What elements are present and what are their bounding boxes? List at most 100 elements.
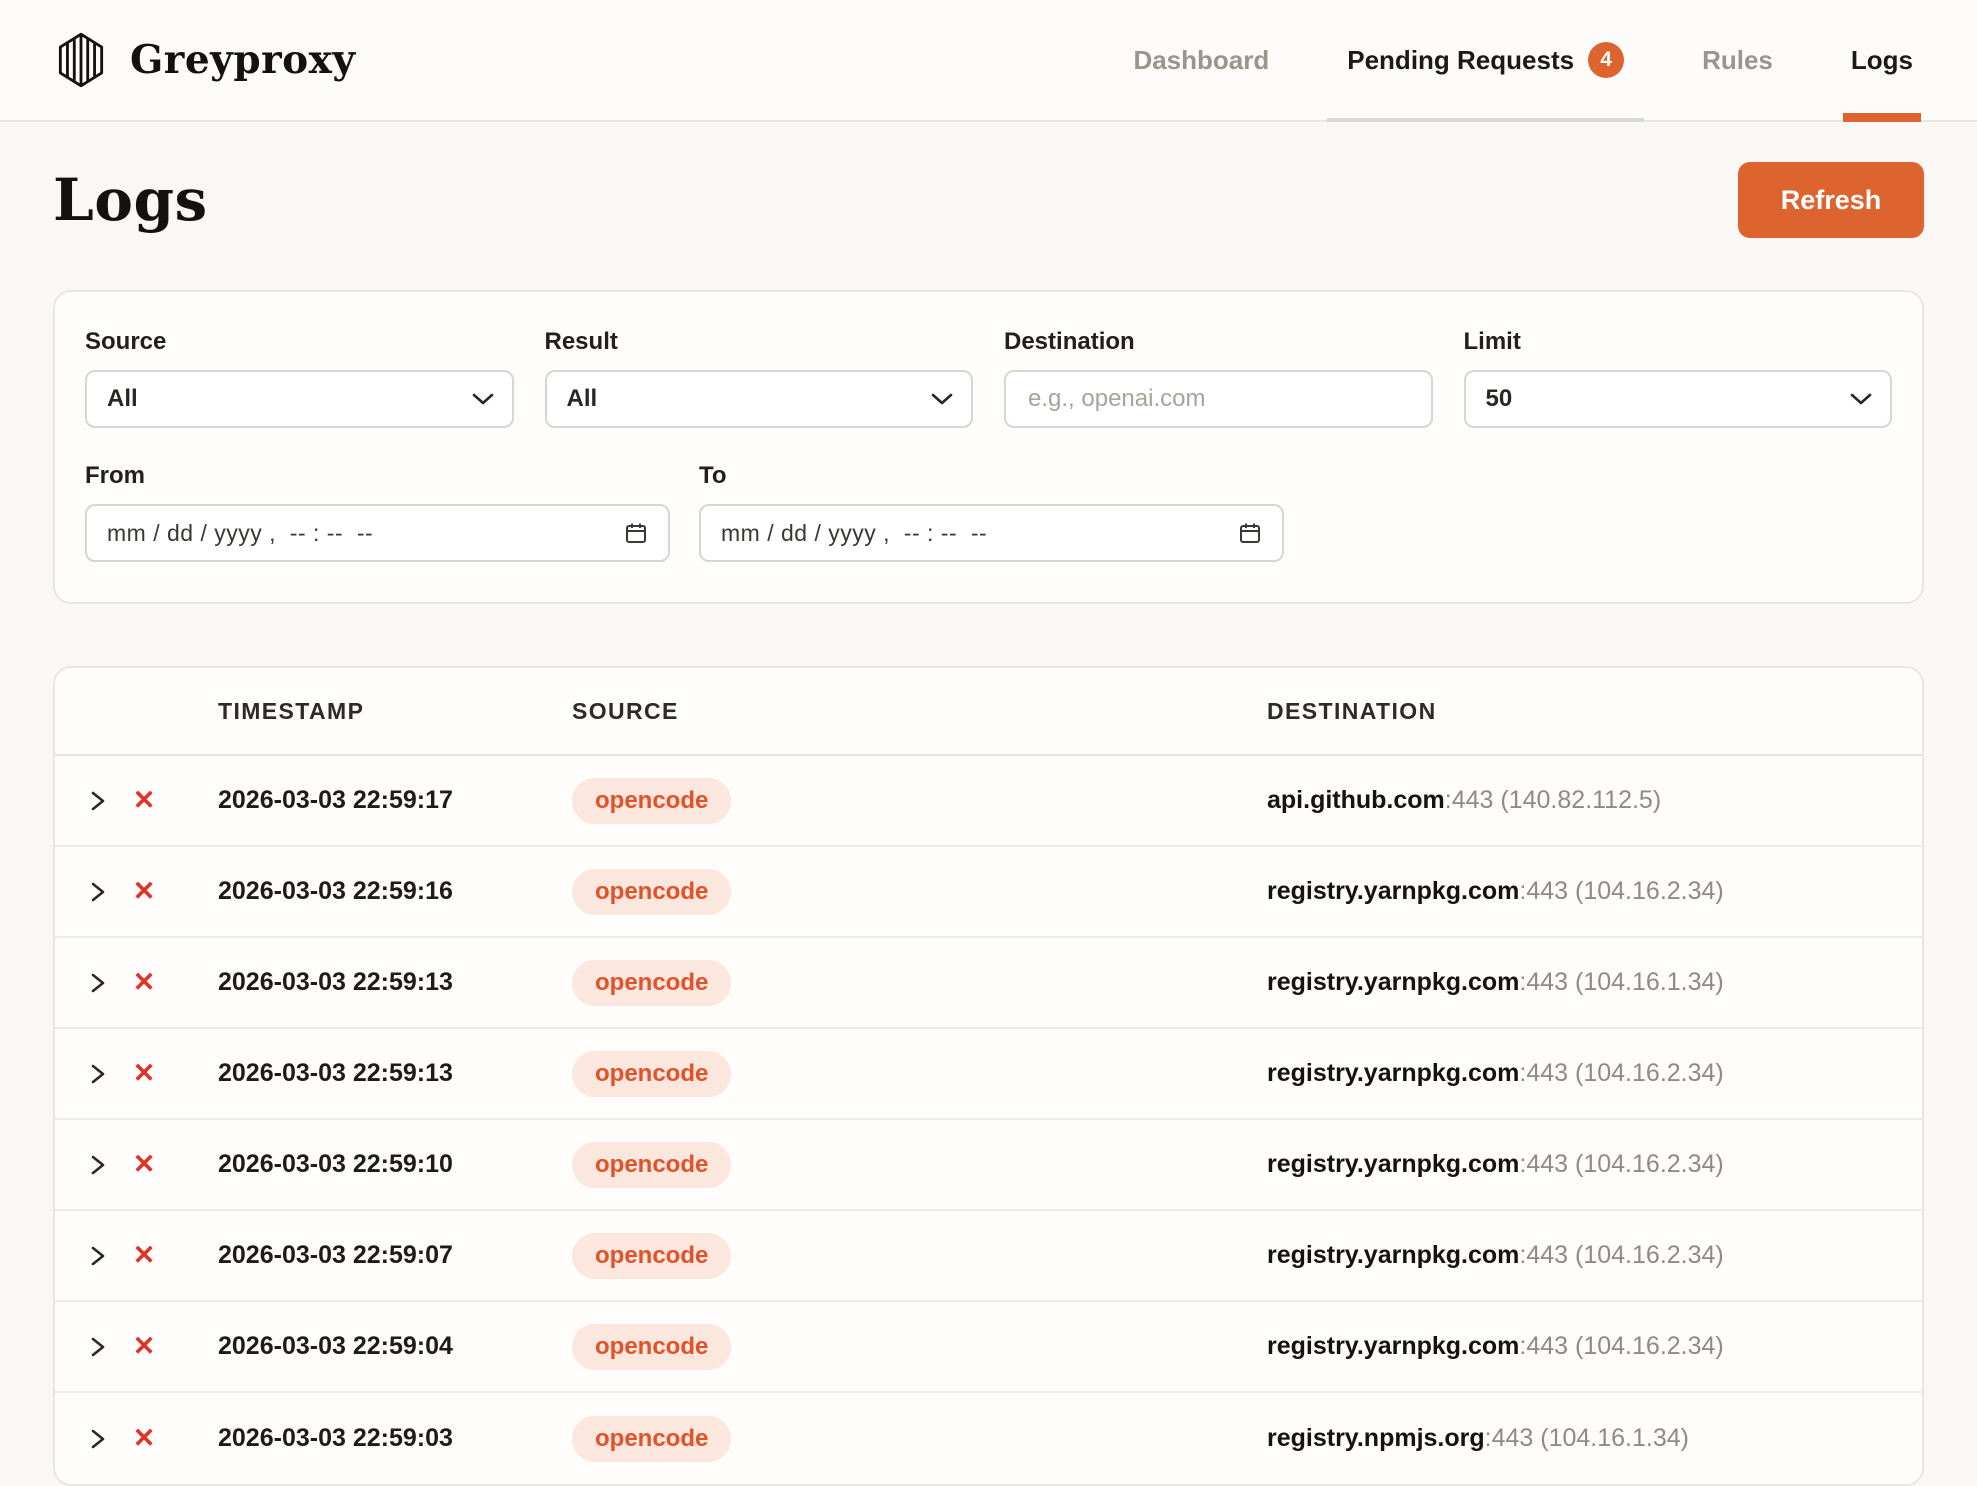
source-select[interactable]: All xyxy=(85,370,514,428)
to-date-value: mm / dd / yyyy , -- : -- -- xyxy=(721,520,987,547)
destination-port: :443 xyxy=(1519,877,1568,905)
calendar-icon[interactable] xyxy=(1238,521,1262,545)
calendar-icon[interactable] xyxy=(624,521,648,545)
row-timestamp: 2026-03-03 22:59:03 xyxy=(179,1424,572,1453)
row-source: opencode xyxy=(572,1142,1267,1188)
destination-ip: (104.16.2.34) xyxy=(1568,877,1724,905)
nav-label-dashboard: Dashboard xyxy=(1133,45,1269,76)
from-date-input[interactable]: mm / dd / yyyy , -- : -- -- xyxy=(85,504,670,562)
nav-item-dashboard[interactable]: Dashboard xyxy=(1131,0,1271,120)
source-badge: opencode xyxy=(572,869,731,915)
filters-panel: Source All Result All Destination xyxy=(53,290,1924,604)
row-source: opencode xyxy=(572,1233,1267,1279)
delete-row-button[interactable]: ✕ xyxy=(127,1148,161,1182)
destination-ip: (104.16.1.34) xyxy=(1533,1424,1689,1452)
delete-row-button[interactable]: ✕ xyxy=(127,1422,161,1456)
row-timestamp: 2026-03-03 22:59:13 xyxy=(179,968,572,997)
destination-ip: (104.16.2.34) xyxy=(1568,1150,1724,1178)
destination-ip: (104.16.2.34) xyxy=(1568,1241,1724,1269)
row-source: opencode xyxy=(572,869,1267,915)
destination-input[interactable] xyxy=(1026,372,1411,426)
col-destination: DESTINATION xyxy=(1267,698,1898,725)
expand-row-button[interactable] xyxy=(79,1244,127,1268)
row-source: opencode xyxy=(572,778,1267,824)
from-date-value: mm / dd / yyyy , -- : -- -- xyxy=(107,520,373,547)
logs-table: TIMESTAMP SOURCE DESTINATION ✕ 2026-03-0… xyxy=(53,666,1924,1486)
row-source: opencode xyxy=(572,1324,1267,1370)
nav-item-rules[interactable]: Rules xyxy=(1700,0,1775,120)
chevron-right-icon xyxy=(89,1244,107,1268)
nav-item-pending-requests[interactable]: Pending Requests 4 xyxy=(1345,0,1626,120)
source-select-value: All xyxy=(107,385,138,413)
destination-port: :443 xyxy=(1485,1424,1534,1452)
app-header: Greyproxy Dashboard Pending Requests 4 R… xyxy=(0,0,1977,122)
nav-label-rules: Rules xyxy=(1702,45,1773,76)
filter-source: Source All xyxy=(85,328,514,428)
filter-from: From mm / dd / yyyy , -- : -- -- xyxy=(85,462,670,562)
source-badge: opencode xyxy=(572,1324,731,1370)
main-nav: Dashboard Pending Requests 4 Rules Logs xyxy=(1131,0,1915,120)
chevron-right-icon xyxy=(89,1427,107,1451)
expand-row-button[interactable] xyxy=(79,1335,127,1359)
destination-port: :443 xyxy=(1445,786,1494,814)
page-title: Logs xyxy=(53,166,208,234)
chevron-right-icon xyxy=(89,880,107,904)
filter-to: To mm / dd / yyyy , -- : -- -- xyxy=(699,462,1284,562)
row-timestamp: 2026-03-03 22:59:16 xyxy=(179,877,572,906)
expand-row-button[interactable] xyxy=(79,880,127,904)
expand-row-button[interactable] xyxy=(79,971,127,995)
expand-row-button[interactable] xyxy=(79,789,127,813)
row-timestamp: 2026-03-03 22:59:17 xyxy=(179,786,572,815)
row-destination: registry.yarnpkg.com:443 (104.16.2.34) xyxy=(1267,1241,1898,1270)
table-row: ✕ 2026-03-03 22:59:16 opencode registry.… xyxy=(55,847,1922,938)
destination-port: :443 xyxy=(1519,1150,1568,1178)
expand-row-button[interactable] xyxy=(79,1153,127,1177)
pending-requests-badge: 4 xyxy=(1588,42,1624,78)
chevron-right-icon xyxy=(89,1335,107,1359)
row-destination: registry.yarnpkg.com:443 (104.16.2.34) xyxy=(1267,1150,1898,1179)
delete-row-button[interactable]: ✕ xyxy=(127,966,161,1000)
nav-item-logs[interactable]: Logs xyxy=(1849,0,1915,120)
destination-port: :443 xyxy=(1519,1332,1568,1360)
source-badge: opencode xyxy=(572,1142,731,1188)
delete-row-button[interactable]: ✕ xyxy=(127,1330,161,1364)
row-destination: registry.npmjs.org:443 (104.16.1.34) xyxy=(1267,1424,1898,1453)
row-destination: api.github.com:443 (140.82.112.5) xyxy=(1267,786,1898,815)
col-timestamp: TIMESTAMP xyxy=(179,698,572,725)
row-timestamp: 2026-03-03 22:59:04 xyxy=(179,1332,572,1361)
destination-port: :443 xyxy=(1519,1059,1568,1087)
destination-ip: (140.82.112.5) xyxy=(1493,786,1661,814)
logs-table-header: TIMESTAMP SOURCE DESTINATION xyxy=(55,668,1922,756)
expand-row-button[interactable] xyxy=(79,1062,127,1086)
from-label: From xyxy=(85,462,670,490)
filter-result: Result All xyxy=(545,328,974,428)
result-select-value: All xyxy=(567,385,598,413)
refresh-button[interactable]: Refresh xyxy=(1738,162,1924,238)
delete-row-button[interactable]: ✕ xyxy=(127,875,161,909)
destination-host: registry.yarnpkg.com xyxy=(1267,1332,1519,1360)
delete-row-button[interactable]: ✕ xyxy=(127,1057,161,1091)
row-timestamp: 2026-03-03 22:59:07 xyxy=(179,1241,572,1270)
row-destination: registry.yarnpkg.com:443 (104.16.2.34) xyxy=(1267,1059,1898,1088)
destination-host: registry.npmjs.org xyxy=(1267,1424,1485,1452)
chevron-right-icon xyxy=(89,789,107,813)
delete-row-button[interactable]: ✕ xyxy=(127,784,161,818)
destination-ip: (104.16.2.34) xyxy=(1568,1332,1724,1360)
to-date-input[interactable]: mm / dd / yyyy , -- : -- -- xyxy=(699,504,1284,562)
table-row: ✕ 2026-03-03 22:59:07 opencode registry.… xyxy=(55,1211,1922,1302)
row-timestamp: 2026-03-03 22:59:13 xyxy=(179,1059,572,1088)
destination-port: :443 xyxy=(1519,968,1568,996)
result-select[interactable]: All xyxy=(545,370,974,428)
result-label: Result xyxy=(545,328,974,356)
col-source: SOURCE xyxy=(572,698,1267,725)
source-badge: opencode xyxy=(572,1416,731,1462)
brand-name: Greyproxy xyxy=(130,37,356,83)
destination-port: :443 xyxy=(1519,1241,1568,1269)
source-badge: opencode xyxy=(572,1233,731,1279)
limit-label: Limit xyxy=(1464,328,1893,356)
destination-host: registry.yarnpkg.com xyxy=(1267,1059,1519,1087)
expand-row-button[interactable] xyxy=(79,1427,127,1451)
table-row: ✕ 2026-03-03 22:59:17 opencode api.githu… xyxy=(55,756,1922,847)
limit-select[interactable]: 50 xyxy=(1464,370,1893,428)
delete-row-button[interactable]: ✕ xyxy=(127,1239,161,1273)
